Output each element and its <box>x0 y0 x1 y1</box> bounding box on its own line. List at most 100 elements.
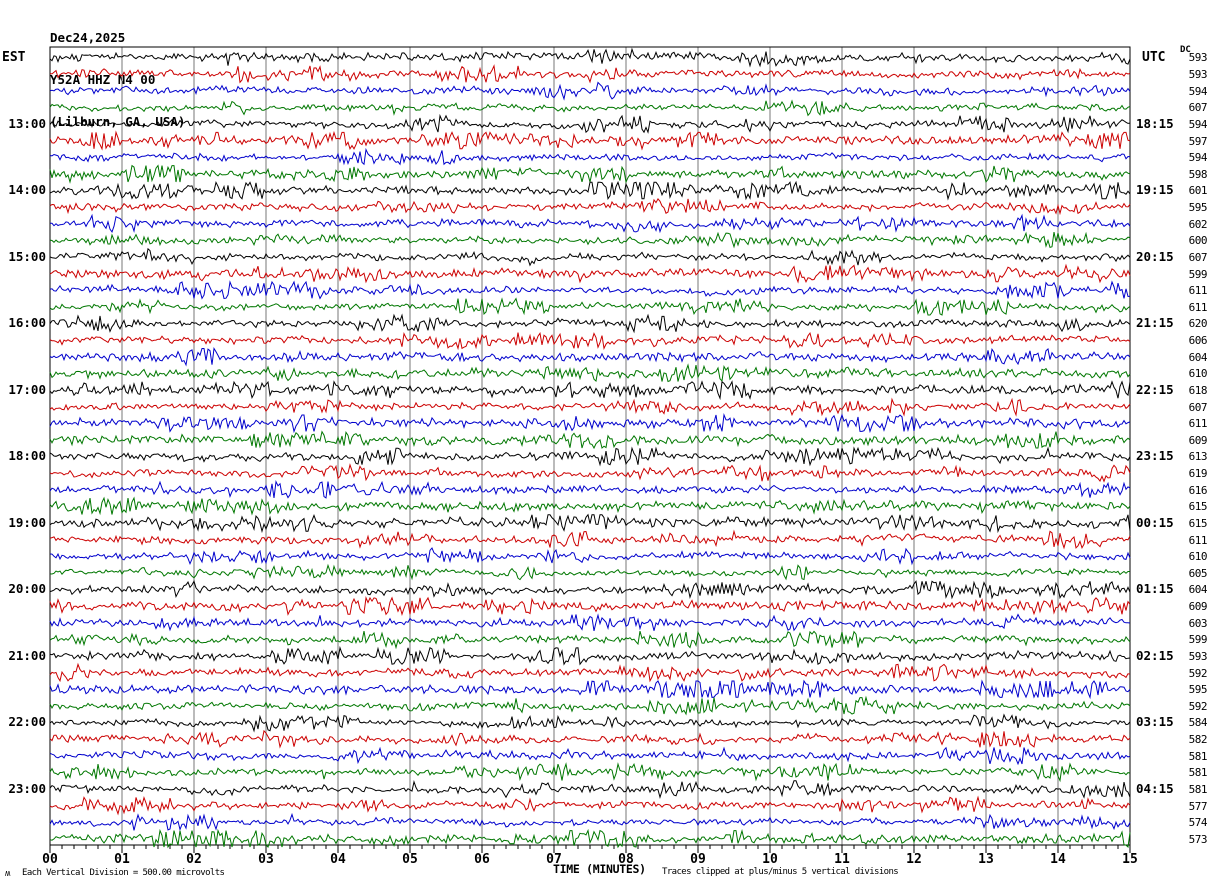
seismogram-trace-red <box>49 729 1131 749</box>
dc-value: 619 <box>1188 467 1208 481</box>
seismogram-trace-green <box>49 231 1131 249</box>
seismogram-trace-green <box>49 297 1131 316</box>
helicorder-page: Dec24,2025 Y52A HHZ N4 00 (Lilburn, GA, … <box>0 0 1210 886</box>
est-hour-label: 13:00 <box>8 115 46 131</box>
dc-value: 597 <box>1188 134 1208 148</box>
seismogram-trace-red <box>49 795 1131 816</box>
seismogram-trace-red <box>49 64 1131 84</box>
dc-value: 610 <box>1188 550 1208 564</box>
minute-label: 13 <box>978 852 994 867</box>
dc-value: 582 <box>1188 733 1208 747</box>
dc-value: 604 <box>1188 350 1208 364</box>
minute-label: 05 <box>402 852 418 867</box>
seismogram-trace-green <box>49 762 1131 783</box>
dc-value: 593 <box>1188 649 1208 663</box>
dc-value: 609 <box>1188 600 1208 614</box>
dc-value: 604 <box>1188 583 1208 597</box>
dc-value: 611 <box>1188 533 1208 547</box>
dc-value: 598 <box>1188 167 1208 181</box>
minute-label: 15 <box>1122 852 1138 867</box>
dc-value: 595 <box>1188 683 1208 697</box>
dc-value: 610 <box>1188 367 1208 381</box>
est-hour-label: 19:00 <box>8 514 46 530</box>
seismogram-trace-black <box>49 580 1131 600</box>
minute-label: 02 <box>186 852 202 867</box>
seismogram-trace-blue <box>49 613 1131 632</box>
est-hour-label: 17:00 <box>8 381 46 397</box>
dc-value: 592 <box>1188 699 1208 713</box>
seismogram-trace-black <box>49 779 1131 799</box>
dc-value: 594 <box>1188 84 1208 98</box>
dc-value: 613 <box>1188 450 1208 464</box>
minute-label: 06 <box>474 852 490 867</box>
dc-value: 581 <box>1188 766 1208 780</box>
seismogram-trace-blue <box>49 679 1131 700</box>
dc-value: 594 <box>1188 151 1208 165</box>
seismogram-trace-black <box>49 380 1131 401</box>
dc-value: 599 <box>1188 633 1208 647</box>
dc-value: 616 <box>1188 483 1208 497</box>
seismogram-trace-blue <box>49 812 1131 832</box>
seismogram-trace-red <box>49 130 1131 151</box>
seismogram-trace-black <box>49 513 1131 534</box>
seismogram-trace-black <box>49 645 1131 666</box>
seismogram-trace-black <box>49 446 1131 467</box>
seismogram-trace-blue <box>49 413 1131 434</box>
scale-note: Each Vertical Division = 500.00 microvol… <box>22 868 225 878</box>
seismogram-trace-red <box>49 529 1131 550</box>
minute-label: 00 <box>42 852 58 867</box>
dc-value: 581 <box>1188 782 1208 796</box>
seismogram-trace-blue <box>49 147 1131 166</box>
dc-value: 593 <box>1188 51 1208 65</box>
clip-note: Traces clipped at plus/minus 5 vertical … <box>662 867 899 877</box>
est-hour-label: 21:00 <box>8 647 46 663</box>
minute-label: 11 <box>834 852 850 867</box>
seismogram-trace-green <box>49 695 1131 716</box>
dc-value: 603 <box>1188 616 1208 630</box>
seismogram-trace-green <box>49 563 1130 581</box>
dc-value: 620 <box>1188 317 1208 331</box>
seismogram-trace-blue <box>49 547 1131 566</box>
x-axis-title: TIME (MINUTES) <box>553 862 646 876</box>
seismogram-trace-red <box>49 331 1131 351</box>
dc-value: 593 <box>1188 68 1208 82</box>
dc-value: 615 <box>1188 500 1208 514</box>
seismogram-trace-black <box>49 713 1131 733</box>
dc-value: 594 <box>1188 117 1208 131</box>
minute-label: 09 <box>690 852 706 867</box>
dc-value: 602 <box>1188 217 1208 231</box>
minute-label: 10 <box>762 852 778 867</box>
dc-value: 599 <box>1188 267 1208 281</box>
seismogram-trace-blue <box>49 347 1131 367</box>
seismogram-trace-blue <box>49 479 1131 499</box>
seismogram-trace-red <box>49 662 1131 683</box>
dc-value: 611 <box>1188 417 1208 431</box>
seismogram-trace-green <box>49 430 1131 450</box>
est-hour-label: 22:00 <box>8 714 46 730</box>
seismogram-trace-green <box>49 630 1131 650</box>
minute-label: 14 <box>1050 852 1066 867</box>
est-hour-label: 18:00 <box>8 448 46 464</box>
minute-label: 01 <box>114 852 130 867</box>
seismogram-trace-blue <box>50 213 1131 234</box>
seismogram-trace-green <box>49 99 1131 117</box>
dc-value: 615 <box>1188 516 1208 530</box>
dc-value: 607 <box>1188 101 1208 115</box>
dc-value: 607 <box>1188 400 1208 414</box>
seismogram-trace-red <box>49 198 1131 216</box>
dc-value: 595 <box>1188 201 1208 215</box>
plot-border <box>49 46 1131 846</box>
dc-value: 601 <box>1188 184 1208 198</box>
corner-logo-glyph: ʍ <box>5 869 11 879</box>
seismogram-trace-black <box>49 247 1131 267</box>
dc-value: 611 <box>1188 284 1208 298</box>
seismogram-trace-red <box>49 397 1131 417</box>
dc-value: 577 <box>1188 799 1208 813</box>
dc-value: 607 <box>1188 250 1208 264</box>
seismogram-trace-blue <box>49 746 1131 766</box>
dc-value: 609 <box>1188 433 1208 447</box>
seismogram-trace-blue <box>49 280 1131 300</box>
seismogram-plot <box>49 46 1131 853</box>
minute-label: 04 <box>330 852 346 867</box>
dc-value: 573 <box>1188 832 1208 846</box>
